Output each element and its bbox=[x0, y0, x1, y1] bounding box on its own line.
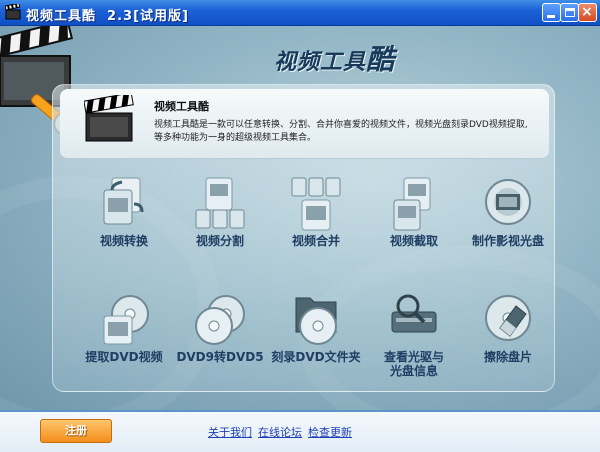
erase-disc-icon bbox=[485, 295, 531, 341]
video-capture-icon bbox=[393, 177, 431, 231]
online-forum-link[interactable]: 在线论坛 bbox=[258, 424, 302, 440]
feature-label: 视频合并 bbox=[291, 234, 340, 248]
maximize-button[interactable] bbox=[560, 3, 579, 22]
about-us-link[interactable]: 关于我们 bbox=[208, 424, 252, 440]
title-bar[interactable]: 视频工具酷 2.3[试用版] × bbox=[0, 0, 600, 26]
close-button[interactable]: × bbox=[578, 3, 597, 22]
dvd9-to-dvd5-icon bbox=[195, 295, 245, 345]
feature-video-split[interactable]: 视频分割 bbox=[170, 176, 270, 266]
feature-burn-dvd-folder[interactable]: 刻录DVD文件夹 bbox=[266, 292, 366, 382]
app-logo-title: 视频工具酷 bbox=[274, 38, 395, 78]
main-area: 视频工具酷 视频工具酷 视频工具酷是一款可以任意转换、分割、合并你喜爱的视频文件… bbox=[0, 26, 600, 410]
maximize-icon bbox=[565, 8, 575, 17]
register-button[interactable]: 注册 bbox=[40, 419, 112, 443]
feature-video-merge[interactable]: 视频合并 bbox=[266, 176, 366, 266]
close-icon: × bbox=[581, 4, 593, 20]
video-merge-icon bbox=[291, 177, 341, 231]
clapper-icon bbox=[84, 95, 134, 142]
extract-dvd-icon bbox=[103, 295, 149, 345]
info-description: 视频工具酷是一款可以任意转换、分割、合并你喜爱的视频文件，视频光盘刻录DVD视频… bbox=[154, 120, 528, 143]
check-update-link[interactable]: 检查更新 bbox=[308, 424, 352, 440]
feature-dvd9-to-dvd5[interactable]: DVD9转DVD5 bbox=[170, 292, 270, 382]
feature-video-convert[interactable]: 视频转换 bbox=[74, 176, 174, 266]
feature-video-capture[interactable]: 视频截取 bbox=[364, 176, 464, 266]
info-title: 视频工具酷 bbox=[154, 100, 209, 113]
feature-label: 制作影视光盘 bbox=[471, 234, 544, 248]
app-clapper-icon bbox=[5, 4, 21, 20]
info-box: 视频工具酷 视频工具酷是一款可以任意转换、分割、合并你喜爱的视频文件，视频光盘刻… bbox=[60, 89, 549, 159]
video-convert-icon bbox=[103, 177, 144, 225]
drive-info-icon bbox=[391, 294, 437, 333]
feature-make-video-disc[interactable]: 制作影视光盘 bbox=[458, 176, 558, 266]
burn-dvd-folder-icon bbox=[295, 297, 337, 345]
minimize-icon bbox=[547, 15, 555, 18]
make-video-disc-icon bbox=[485, 179, 531, 225]
feature-erase-disc[interactable]: 擦除盘片 bbox=[458, 292, 558, 382]
feature-drive-info[interactable]: 查看光驱与 光盘信息 bbox=[364, 292, 464, 382]
window-title: 视频工具酷 2.3[试用版] bbox=[26, 9, 189, 24]
video-split-icon bbox=[195, 177, 245, 229]
feature-label: 刻录DVD文件夹 bbox=[271, 350, 361, 364]
feature-extract-dvd[interactable]: 提取DVD视频 bbox=[74, 292, 174, 382]
minimize-button[interactable] bbox=[542, 3, 561, 22]
feature-label: 擦除盘片 bbox=[483, 350, 532, 364]
logo-text: 视频工具 bbox=[274, 50, 367, 75]
logo-big-char: 酷 bbox=[366, 43, 396, 76]
bottom-bar: 注册 关于我们 在线论坛 检查更新 bbox=[0, 410, 600, 452]
